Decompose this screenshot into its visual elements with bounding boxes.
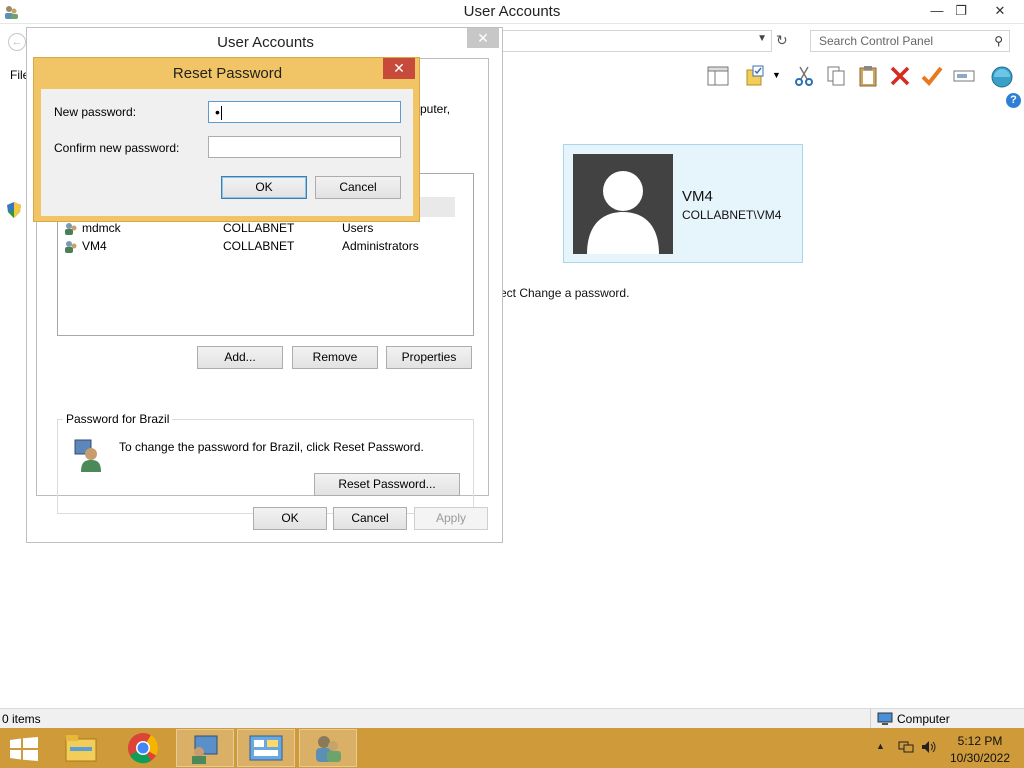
- text-caret: [220, 106, 222, 121]
- properties-button[interactable]: Properties: [386, 346, 472, 369]
- file-explorer-icon: [65, 735, 97, 762]
- group-cell: Administrators: [342, 239, 419, 253]
- clock-date[interactable]: 10/30/2022: [945, 751, 1015, 765]
- refresh-icon[interactable]: ↻: [776, 32, 788, 49]
- taskbar-explorer[interactable]: [52, 729, 110, 767]
- folder-options-icon[interactable]: [744, 64, 768, 88]
- dropdown-arrow-icon[interactable]: ▼: [772, 70, 782, 94]
- window-title: User Accounts: [463, 3, 561, 20]
- change-password-hint: ect Change a password.: [500, 286, 630, 300]
- domain-cell: COLLABNET: [223, 239, 295, 253]
- domain-cell: COLLABNET: [223, 221, 295, 235]
- reset-ok-button[interactable]: OK: [221, 176, 307, 199]
- shell-icon[interactable]: [990, 64, 1014, 88]
- user-password-icon: [74, 439, 101, 472]
- taskbar-user-accounts[interactable]: [299, 729, 357, 767]
- default-user-icon: [587, 171, 659, 254]
- main-titlebar: User Accounts — ❐ ✕: [0, 0, 1024, 24]
- reset-dialog-body: New password: • Confirm new password: OK…: [41, 89, 413, 216]
- network-icon[interactable]: [898, 740, 914, 754]
- confirm-password-field[interactable]: [208, 136, 401, 158]
- windows-start-icon[interactable]: [10, 737, 38, 761]
- delete-icon[interactable]: [888, 64, 912, 88]
- reset-password-button[interactable]: Reset Password...: [314, 473, 460, 496]
- remove-user-button[interactable]: Remove: [292, 346, 378, 369]
- rename-icon[interactable]: [952, 64, 976, 88]
- properties-check-icon[interactable]: [920, 64, 944, 88]
- password-group-legend: Password for Brazil: [63, 412, 173, 426]
- paste-icon[interactable]: [856, 64, 880, 88]
- apply-button: Apply: [414, 507, 488, 530]
- new-password-value: •: [215, 104, 220, 120]
- computer-icon: [877, 712, 893, 725]
- taskbar-control-panel[interactable]: [237, 729, 295, 767]
- new-password-field[interactable]: •: [208, 101, 401, 123]
- taskbar-chrome[interactable]: [114, 729, 172, 767]
- user-avatar: [573, 154, 673, 254]
- status-bar: 0 items Computer: [0, 708, 1024, 729]
- address-bar[interactable]: ▼: [500, 30, 772, 52]
- chrome-icon: [128, 733, 159, 764]
- layout-icon[interactable]: [706, 64, 730, 88]
- user-domain: COLLABNET\VM4: [682, 208, 782, 222]
- clock-time[interactable]: 5:12 PM: [955, 734, 1005, 748]
- dialog-close-button[interactable]: ✕: [467, 28, 499, 48]
- volume-icon[interactable]: [921, 740, 937, 754]
- show-hidden-icons-button[interactable]: ▲: [876, 741, 885, 751]
- status-item-count: 0 items: [2, 712, 41, 726]
- close-button[interactable]: ✕: [985, 0, 1015, 22]
- computer-users-icon: [192, 735, 218, 764]
- password-group-text: To change the password for Brazil, click…: [119, 440, 424, 454]
- help-icon[interactable]: ?: [1006, 93, 1021, 108]
- search-placeholder: Search Control Panel: [819, 34, 934, 48]
- cancel-button[interactable]: Cancel: [333, 507, 407, 530]
- taskbar: [0, 728, 1024, 768]
- search-icon[interactable]: ⚲: [994, 34, 1003, 48]
- copy-icon[interactable]: [824, 64, 848, 88]
- reset-password-dialog: Reset Password ✕ New password: • Confirm…: [33, 57, 420, 222]
- dialog-title: User Accounts: [217, 34, 314, 51]
- users-description-fragment: puter,: [420, 102, 451, 116]
- user-group-icon: [65, 223, 77, 235]
- add-user-button[interactable]: Add...: [197, 346, 283, 369]
- reset-cancel-button[interactable]: Cancel: [315, 176, 401, 199]
- password-group: Password for Brazil To change the passwo…: [57, 412, 474, 514]
- user-name: VM4: [682, 188, 713, 205]
- search-input[interactable]: Search Control Panel ⚲: [810, 30, 1010, 52]
- user-name-cell: mdmck: [82, 221, 121, 235]
- reset-dialog-title: Reset Password: [172, 65, 283, 82]
- user-name-cell: VM4: [82, 239, 107, 253]
- user-accounts-taskbar-icon: [316, 736, 341, 762]
- uac-shield-icon: [7, 202, 21, 218]
- back-arrow-icon[interactable]: ←: [8, 33, 26, 51]
- restore-button[interactable]: ❐: [946, 0, 976, 22]
- status-location: Computer: [897, 712, 950, 726]
- reset-dialog-close-button[interactable]: ✕: [383, 58, 415, 79]
- user-group-icon: [65, 241, 77, 253]
- toolbar: ▼: [700, 60, 1024, 92]
- control-panel-icon: [249, 735, 283, 761]
- new-password-label: New password:: [54, 105, 137, 119]
- group-cell: Users: [342, 221, 374, 235]
- cut-icon[interactable]: [792, 64, 816, 88]
- status-separator: [870, 709, 871, 729]
- ok-button[interactable]: OK: [253, 507, 327, 530]
- user-tile[interactable]: VM4 COLLABNET\VM4: [563, 144, 803, 263]
- confirm-password-label: Confirm new password:: [54, 141, 180, 155]
- taskbar-remote-desktop[interactable]: [176, 729, 234, 767]
- chevron-down-icon[interactable]: ▼: [757, 33, 767, 44]
